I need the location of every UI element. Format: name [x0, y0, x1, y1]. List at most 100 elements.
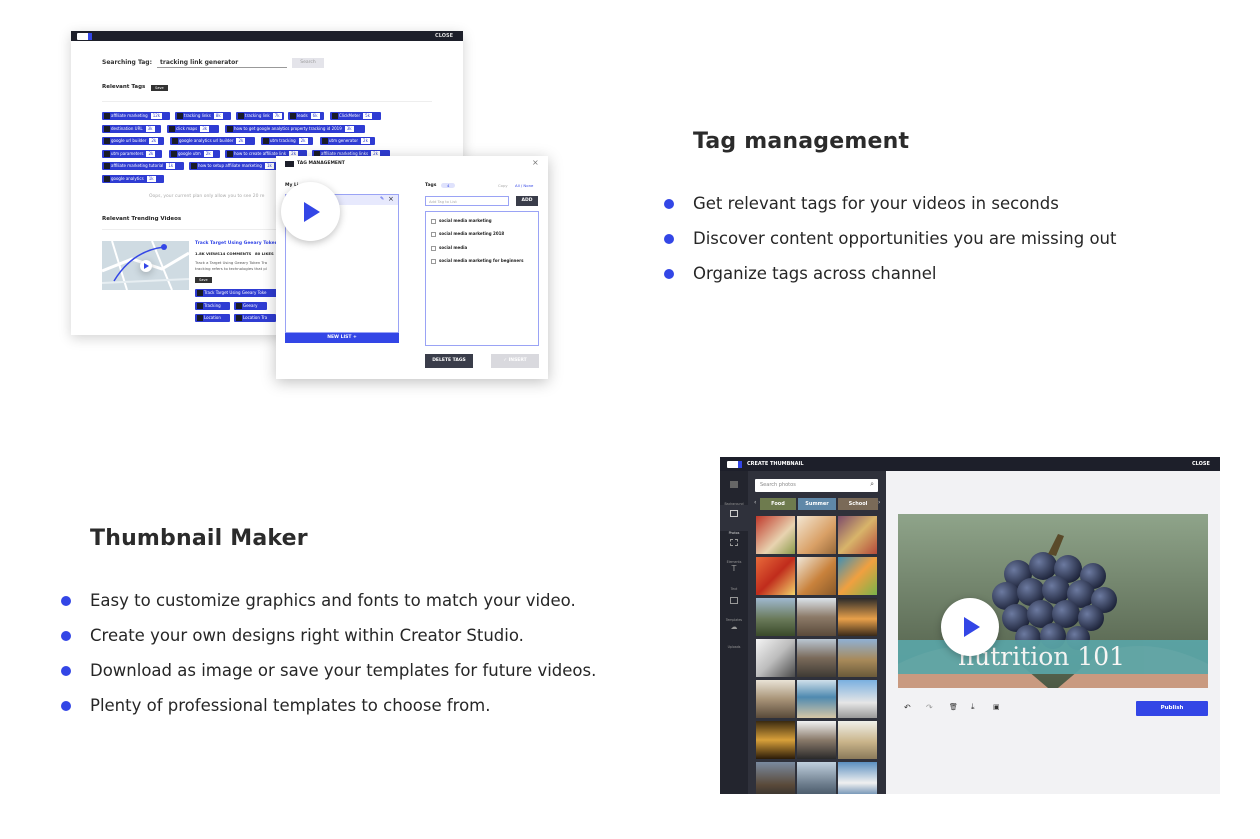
photo-thumb[interactable]	[797, 680, 836, 718]
photo-thumb[interactable]	[797, 516, 836, 554]
app-logo	[77, 33, 92, 40]
photo-thumb[interactable]	[838, 516, 877, 554]
photo-thumb[interactable]	[797, 639, 836, 677]
publish-button[interactable]: Publish	[1136, 701, 1208, 716]
tags-count-badge: 4	[441, 183, 456, 188]
tag-chip[interactable]: leads 6k	[288, 112, 324, 120]
tag-chip[interactable]: tracking link 7k	[236, 112, 284, 120]
photo-thumb[interactable]	[756, 721, 795, 759]
category-next-icon[interactable]: ›	[878, 499, 880, 506]
close-icon[interactable]: ×	[532, 158, 539, 167]
photo-thumb[interactable]	[756, 557, 795, 595]
modal-logo	[285, 161, 294, 167]
tag-search-input[interactable]: tracking link generator	[157, 57, 287, 68]
close-link[interactable]: CLOSE	[435, 33, 453, 39]
tags-panel: social media marketing social media mark…	[425, 211, 539, 346]
redo-icon[interactable]: ↷	[926, 703, 933, 712]
tag-list-item[interactable]: social media marketing	[431, 218, 492, 224]
tag-chip[interactable]: how to get google analytics property tra…	[225, 125, 365, 133]
plan-note: Oops, your current plan only allow you t…	[149, 194, 265, 199]
tag-chip[interactable]: destination URL 3k	[102, 125, 161, 133]
category-food[interactable]: Food	[760, 498, 796, 510]
category-summer[interactable]: Summer	[798, 498, 836, 510]
photo-thumb[interactable]	[797, 598, 836, 636]
tag-chip[interactable]: utm generator 2k	[320, 137, 375, 145]
tag-chip[interactable]: tracking links 8k	[175, 112, 231, 120]
all-none-link[interactable]: All / None	[515, 183, 533, 188]
tag-section-title: Tag management	[693, 129, 910, 154]
video-title[interactable]: Track Target Using Geeary Token	[195, 241, 278, 246]
add-tag-input[interactable]: Add Tag to List	[425, 196, 509, 206]
tag-chip[interactable]: google analytics url builder 2k	[170, 137, 255, 145]
video-save-button[interactable]: Save	[195, 277, 212, 283]
tag-chip[interactable]: affiliate marketing 12k	[102, 112, 170, 120]
photo-thumb[interactable]	[797, 762, 836, 794]
thumb-header-title: CREATE THUMBNAIL	[747, 461, 804, 467]
tag-list-item[interactable]: social media marketing for beginners	[431, 258, 523, 264]
photo-thumb[interactable]	[838, 598, 877, 636]
video-tag-chip[interactable]: Track Target Using Geeary Toke	[195, 289, 281, 297]
photo-thumb[interactable]	[838, 721, 877, 759]
new-list-button[interactable]: NEW LIST +	[285, 333, 399, 343]
photo-thumb[interactable]	[838, 639, 877, 677]
sidebar-item-elements[interactable]: Elements	[720, 534, 748, 564]
video-tag-chip[interactable]: Location	[195, 314, 230, 322]
relevant-tags-badge[interactable]: Save	[151, 85, 168, 91]
tag-chip[interactable]: how to setup affiliate marketing 1k	[189, 162, 279, 170]
photo-thumb[interactable]	[838, 680, 877, 718]
thumb-close-link[interactable]: CLOSE	[1192, 461, 1210, 467]
photo-thumb[interactable]	[756, 598, 795, 636]
copy-link[interactable]: Copy	[498, 183, 508, 188]
photo-thumb[interactable]	[756, 762, 795, 794]
photo-thumb[interactable]	[797, 721, 836, 759]
video-tag-chip[interactable]: Tracking	[195, 302, 230, 310]
thumbnail-canvas[interactable]: nutrition 101	[898, 514, 1208, 688]
canvas-title-banner[interactable]: nutrition 101	[898, 640, 1208, 674]
tag-chip[interactable]: click maps 3k	[167, 125, 219, 133]
tag-chip[interactable]: google utm 2k	[169, 150, 220, 158]
search-icon: ⌕	[870, 480, 874, 488]
tag-chip[interactable]: utm tracking 2k	[261, 137, 313, 145]
photo-thumb[interactable]	[756, 516, 795, 554]
delete-list-icon[interactable]: ×	[388, 195, 394, 203]
tag-list-item[interactable]: social media	[431, 245, 467, 251]
photo-search-input[interactable]: Search photos ⌕	[755, 479, 878, 492]
edit-list-icon[interactable]: ✎	[380, 196, 384, 202]
sidebar-item-background[interactable]: Background	[720, 477, 748, 506]
tag-chip[interactable]: affiliate marketing tutorial 1k	[102, 162, 184, 170]
add-tag-button[interactable]: ADD	[516, 196, 538, 206]
bullet-dot	[61, 666, 71, 676]
play-icon[interactable]	[140, 260, 152, 272]
download-icon[interactable]: ⤓	[971, 702, 975, 712]
video-tag-chip[interactable]: Geeary	[234, 302, 267, 310]
photo-thumb[interactable]	[756, 680, 795, 718]
sidebar-item-uploads[interactable]: ☁ Uploads	[720, 621, 748, 649]
feature-bullet: Easy to customize graphics and fonts to …	[61, 591, 596, 626]
photo-thumb[interactable]	[838, 762, 877, 794]
tag-chip[interactable]: ClickMeter 5k	[330, 112, 381, 120]
photo-thumb[interactable]	[797, 557, 836, 595]
search-button[interactable]: Search	[292, 58, 324, 68]
category-prev-icon[interactable]: ‹	[754, 499, 756, 506]
play-icon[interactable]	[281, 182, 340, 241]
video-comments: 14 COMMENTS	[220, 251, 252, 256]
delete-tags-button[interactable]: DELETE TAGS	[425, 354, 473, 368]
sidebar-item-photos[interactable]: Photos	[720, 505, 748, 535]
save-icon[interactable]: ▣	[993, 703, 1000, 711]
tag-chip[interactable]: google analytics 1k	[102, 175, 164, 183]
tag-chip[interactable]: google url builder 2k	[102, 137, 164, 145]
photo-thumb[interactable]	[756, 639, 795, 677]
undo-icon[interactable]: ↶	[904, 703, 911, 712]
play-icon[interactable]	[941, 598, 999, 656]
tag-list-item[interactable]: social media marketing 2018	[431, 231, 504, 237]
sidebar-item-text[interactable]: T Text	[720, 563, 748, 591]
video-tag-chip[interactable]: Location Tra	[234, 314, 276, 322]
insert-button[interactable]: ✓ INSERT	[491, 354, 539, 368]
category-school[interactable]: School	[838, 498, 878, 510]
delete-icon[interactable]: 🗑	[949, 703, 958, 711]
video-thumbnail[interactable]	[102, 241, 189, 290]
photo-thumb[interactable]	[838, 557, 877, 595]
sidebar-item-templates[interactable]: Templates	[720, 592, 748, 622]
app-topbar: CLOSE	[71, 31, 463, 41]
tag-chip[interactable]: utm parameters 2k	[102, 150, 162, 158]
